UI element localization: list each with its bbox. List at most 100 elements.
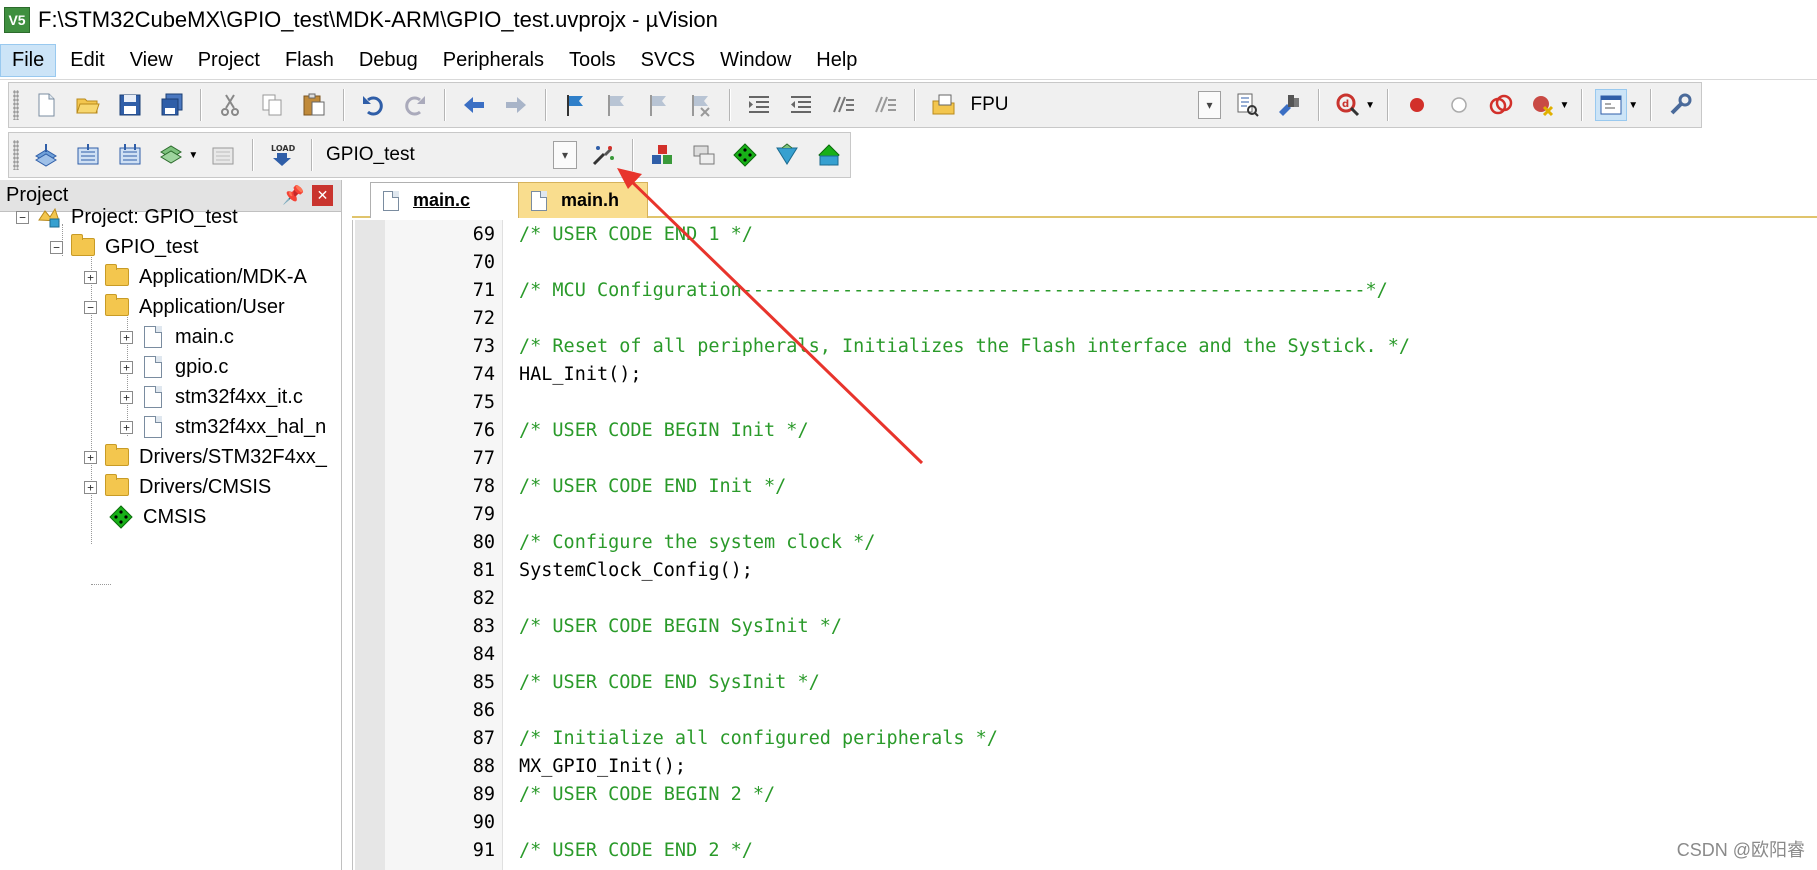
navigate-forward-icon[interactable] xyxy=(500,89,532,121)
menu-edit[interactable]: Edit xyxy=(59,45,115,76)
code-line[interactable]: 70 xyxy=(353,248,1817,276)
code-line[interactable]: 80 /* Configure the system clock */ xyxy=(353,528,1817,556)
insert-bookmark-icon[interactable] xyxy=(559,89,591,121)
debug-dropdown-arrow[interactable]: ▼ xyxy=(1365,100,1375,111)
expand-toggle[interactable]: + xyxy=(84,270,97,284)
code-line[interactable]: 79 xyxy=(353,500,1817,528)
tab-main-c[interactable]: main.c xyxy=(370,182,520,218)
select-target-dropdown[interactable]: ▾ xyxy=(553,141,577,169)
expand-toggle[interactable]: + xyxy=(120,330,133,344)
find-icon[interactable] xyxy=(1231,89,1263,121)
comment-selection-icon[interactable] xyxy=(827,89,859,121)
select-target-combo-value[interactable]: GPIO_test xyxy=(326,144,553,166)
download-load-icon[interactable]: LOAD xyxy=(266,139,298,171)
code-line[interactable]: 77 xyxy=(353,444,1817,472)
code-line[interactable]: 76 /* USER CODE BEGIN Init */ xyxy=(353,416,1817,444)
save-icon[interactable] xyxy=(114,89,146,121)
clear-bookmarks-icon[interactable] xyxy=(684,89,716,121)
toolbar-grip[interactable] xyxy=(13,90,19,120)
menu-view[interactable]: View xyxy=(119,45,184,76)
cut-icon[interactable] xyxy=(214,89,246,121)
manage-project-items-icon[interactable] xyxy=(646,139,678,171)
code-line[interactable]: 81 SystemClock_Config(); xyxy=(353,556,1817,584)
configure-wrench-icon[interactable] xyxy=(1664,89,1696,121)
code-line[interactable]: 69 /* USER CODE END 1 */ xyxy=(353,220,1817,248)
open-folder-icon[interactable] xyxy=(72,89,104,121)
toolbar-grip[interactable] xyxy=(13,140,19,170)
code-line[interactable]: 71 /* MCU Configuration------------------… xyxy=(353,276,1817,304)
code-line[interactable]: 82 xyxy=(353,584,1817,612)
tree-item-group[interactable]: + Drivers/CMSIS xyxy=(84,472,271,502)
tree-item-file[interactable]: + stm32f4xx_hal_n xyxy=(120,412,326,442)
code-line[interactable]: 86 xyxy=(353,696,1817,724)
code-line[interactable]: 75 xyxy=(353,388,1817,416)
code-line[interactable]: 83 /* USER CODE BEGIN SysInit */ xyxy=(353,612,1817,640)
menu-tools[interactable]: Tools xyxy=(558,45,627,76)
previous-bookmark-icon[interactable] xyxy=(600,89,632,121)
insert-breakpoint-icon[interactable] xyxy=(1401,89,1433,121)
disable-all-breakpoints-icon[interactable] xyxy=(1485,89,1517,121)
uncomment-selection-icon[interactable] xyxy=(869,89,901,121)
menu-file[interactable]: File xyxy=(0,44,57,77)
translate-icon[interactable] xyxy=(30,139,62,171)
code-line[interactable]: 72 xyxy=(353,304,1817,332)
undo-icon[interactable] xyxy=(357,89,389,121)
code-line[interactable]: 89 /* USER CODE BEGIN 2 */ xyxy=(353,780,1817,808)
code-line[interactable]: 74 HAL_Init(); xyxy=(353,360,1817,388)
expand-toggle[interactable]: + xyxy=(84,480,97,494)
tree-item-file[interactable]: + stm32f4xx_it.c xyxy=(120,382,303,412)
navigate-back-icon[interactable] xyxy=(458,89,490,121)
collapse-toggle[interactable]: − xyxy=(16,210,29,224)
tab-main-h[interactable]: main.h xyxy=(518,182,648,218)
start-stop-debug-icon[interactable]: d xyxy=(1332,89,1364,121)
code-line[interactable]: 87 /* Initialize all configured periphera… xyxy=(353,724,1817,752)
options-for-target-icon[interactable] xyxy=(587,139,619,171)
code-line[interactable]: 88 MX_GPIO_Init(); xyxy=(353,752,1817,780)
menu-svcs[interactable]: SVCS xyxy=(630,45,706,76)
unindent-icon[interactable] xyxy=(785,89,817,121)
stop-build-icon[interactable] xyxy=(207,139,239,171)
menu-project[interactable]: Project xyxy=(187,45,271,76)
enable-breakpoint-icon[interactable] xyxy=(1443,89,1475,121)
indent-icon[interactable] xyxy=(743,89,775,121)
file-extensions-icon[interactable] xyxy=(688,139,720,171)
code-editor[interactable]: 69 /* USER CODE END 1 */ 70 71 /* MCU Config… xyxy=(352,220,1817,870)
collapse-toggle[interactable]: − xyxy=(84,300,97,314)
expand-toggle[interactable]: + xyxy=(84,450,97,464)
manage-run-time-environment-icon[interactable] xyxy=(729,139,761,171)
copy-icon[interactable] xyxy=(256,89,288,121)
rebuild-icon[interactable] xyxy=(114,139,146,171)
close-icon[interactable]: ✕ xyxy=(312,185,333,206)
menu-peripherals[interactable]: Peripherals xyxy=(432,45,555,76)
window-layout-icon[interactable] xyxy=(1595,89,1628,121)
tree-item-file[interactable]: + main.c xyxy=(120,322,234,352)
expand-toggle[interactable]: + xyxy=(120,390,133,404)
code-line[interactable]: 73 /* Reset of all peripherals, Initializ… xyxy=(353,332,1817,360)
tree-item-group[interactable]: + Application/MDK-A xyxy=(84,262,307,292)
select-software-packs-icon[interactable] xyxy=(771,139,803,171)
batch-build-dropdown-arrow[interactable]: ▼ xyxy=(188,150,198,161)
tree-item-project-root[interactable]: − Project: GPIO_test xyxy=(16,202,238,232)
find-in-files-icon[interactable] xyxy=(928,89,960,121)
code-line[interactable]: 91 /* USER CODE END 2 */ xyxy=(353,836,1817,864)
find-combo-value[interactable]: FPU xyxy=(970,94,1197,116)
menu-debug[interactable]: Debug xyxy=(348,45,429,76)
menu-window[interactable]: Window xyxy=(709,45,802,76)
redo-icon[interactable] xyxy=(399,89,431,121)
collapse-toggle[interactable]: − xyxy=(50,240,63,254)
tree-item-target[interactable]: − GPIO_test xyxy=(50,232,198,262)
tree-item-group[interactable]: + Drivers/STM32F4xx_ xyxy=(84,442,327,472)
code-line[interactable]: 78 /* USER CODE END Init */ xyxy=(353,472,1817,500)
breakpoint-dropdown-arrow[interactable]: ▼ xyxy=(1560,100,1570,111)
window-layout-dropdown-arrow[interactable]: ▼ xyxy=(1628,100,1638,111)
menu-help[interactable]: Help xyxy=(805,45,868,76)
tree-item-component[interactable]: CMSIS xyxy=(109,502,206,532)
menu-flash[interactable]: Flash xyxy=(274,45,345,76)
code-line[interactable]: 84 xyxy=(353,640,1817,668)
paste-icon[interactable] xyxy=(298,89,330,121)
expand-toggle[interactable]: + xyxy=(120,420,133,434)
kill-all-breakpoints-icon[interactable] xyxy=(1527,89,1559,121)
tree-item-file[interactable]: + gpio.c xyxy=(120,352,228,382)
find-combo-dropdown[interactable]: ▾ xyxy=(1197,91,1222,119)
batch-build-icon[interactable] xyxy=(156,139,188,171)
